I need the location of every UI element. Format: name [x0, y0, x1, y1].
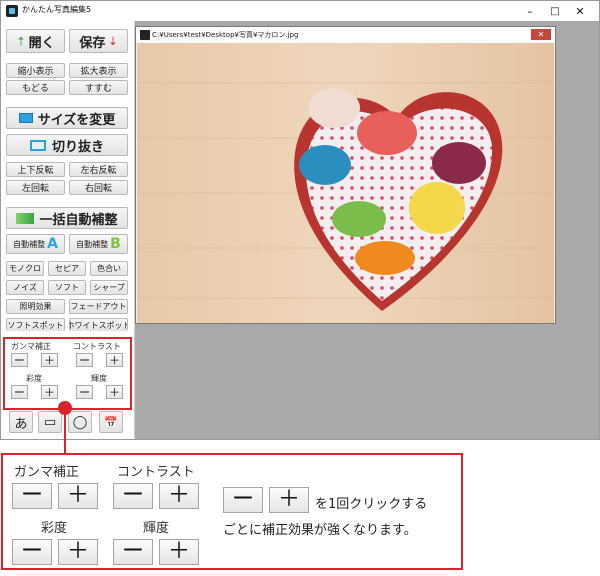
- filter-mono-button[interactable]: モノクロ: [6, 261, 44, 276]
- open-button[interactable]: ⇡ 開く: [6, 29, 65, 53]
- redo-button[interactable]: すすむ: [69, 80, 128, 95]
- frame-icon: ▭: [43, 414, 57, 430]
- callout-saturation-plus-button: ＋: [58, 539, 98, 565]
- image-file-path: C:¥Users¥test¥Desktop¥写真¥マカロン.jpg: [152, 31, 299, 39]
- rotate-left-button[interactable]: 左回転: [6, 180, 65, 195]
- filter-tint-button[interactable]: 色合い: [90, 261, 128, 276]
- speech-balloon-icon: ◯: [72, 414, 88, 430]
- filter-lighting-button[interactable]: 照明効果: [6, 299, 65, 314]
- undo-button[interactable]: もどる: [6, 80, 65, 95]
- callout-text-line2: ごとに補正効果が強くなります。: [223, 523, 417, 538]
- callout-text-line1: を1回クリックする: [315, 497, 428, 512]
- title-bar: かんたん写真編集5 – □ ✕: [1, 1, 599, 21]
- macaron-photo: [137, 43, 554, 323]
- macaron-green: [332, 201, 386, 237]
- filter-whitespot-button[interactable]: ホワイトスポット: [69, 318, 128, 331]
- image-window-title-bar: C:¥Users¥test¥Desktop¥写真¥マカロン.jpg ✕: [136, 27, 555, 43]
- arrow-down-icon: ⇣: [108, 34, 118, 48]
- callout-saturation-minus-button: ー: [12, 539, 52, 565]
- crop-icon: [29, 139, 46, 151]
- flip-horizontal-button[interactable]: 左右反転: [69, 162, 128, 177]
- macaron-beige: [308, 88, 360, 128]
- balloon-tool-button[interactable]: ◯: [68, 411, 92, 433]
- calendar-icon: 📅: [104, 415, 118, 429]
- auto-b-letter: B: [110, 236, 121, 252]
- macaron-purple: [432, 142, 486, 184]
- text-icon: あ: [14, 416, 28, 432]
- close-button[interactable]: ✕: [561, 1, 599, 21]
- auto-a-letter: A: [47, 236, 58, 252]
- save-button[interactable]: 保存 ⇣: [69, 29, 128, 53]
- image-window-close-button[interactable]: ✕: [531, 29, 551, 40]
- callout-brightness-minus-button: ー: [113, 539, 153, 565]
- callout-connector-line: [64, 414, 66, 454]
- callout-saturation-label: 彩度: [41, 521, 68, 536]
- save-label: 保存: [79, 35, 106, 51]
- callout-example-minus-button: ー: [223, 487, 263, 513]
- image-window: C:¥Users¥test¥Desktop¥写真¥マカロン.jpg ✕: [135, 26, 556, 324]
- auto-correct-icon: [16, 212, 35, 224]
- auto-correct-a-button[interactable]: 自動補整 A: [6, 234, 65, 254]
- filter-sharp-button[interactable]: シャープ: [90, 280, 128, 295]
- callout-brightness-plus-button: ＋: [159, 539, 199, 565]
- macaron-red: [357, 111, 417, 155]
- filter-noise-button[interactable]: ノイズ: [6, 280, 44, 295]
- filter-softspot-button[interactable]: ソフトスポット: [6, 318, 65, 331]
- callout-gamma-minus-button: ー: [12, 483, 52, 509]
- window-title: かんたん写真編集5: [22, 5, 92, 14]
- auto-correct-all-button[interactable]: 一括自動補整: [6, 207, 128, 229]
- app-window: かんたん写真編集5 – □ ✕ ⇡ 開く 保存 ⇣ 縮小表示 拡大表示 もどる …: [0, 0, 600, 440]
- frame-tool-button[interactable]: ▭: [38, 411, 62, 433]
- zoom-in-button[interactable]: 拡大表示: [69, 63, 128, 78]
- callout-example-plus-button: ＋: [269, 487, 309, 513]
- callout-contrast-minus-button: ー: [113, 483, 153, 509]
- filter-soft-button[interactable]: ソフト: [48, 280, 86, 295]
- arrow-up-icon: ⇡: [16, 34, 26, 48]
- date-tool-button[interactable]: 📅: [99, 411, 123, 433]
- resize-button[interactable]: サイズを変更: [6, 107, 128, 129]
- filter-sepia-button[interactable]: セピア: [48, 261, 86, 276]
- callout-contrast-label: コントラスト: [117, 465, 195, 480]
- callout-brightness-label: 輝度: [143, 521, 170, 536]
- auto-correct-b-button[interactable]: 自動補整 B: [69, 234, 128, 254]
- callout-gamma-plus-button: ＋: [58, 483, 98, 509]
- adjust-highlight: [3, 337, 132, 410]
- macaron-orange: [355, 241, 415, 275]
- crop-button[interactable]: 切り抜き: [6, 134, 128, 156]
- auto-a-label: 自動補整: [13, 239, 46, 249]
- flip-vertical-button[interactable]: 上下反転: [6, 162, 65, 177]
- open-label: 開く: [28, 35, 55, 51]
- resize-icon: [18, 113, 33, 123]
- auto-b-label: 自動補整: [76, 239, 109, 249]
- image-window-icon: [140, 30, 150, 40]
- auto-correct-all-label: 一括自動補整: [39, 212, 118, 228]
- resize-label: サイズを変更: [37, 112, 116, 128]
- callout-connector-dot: [58, 401, 72, 415]
- macaron-yellow: [409, 182, 465, 234]
- macaron-blue: [299, 145, 351, 185]
- adjust-callout: ガンマ補正 コントラスト ー ＋ ー ＋ 彩度 輝度 ー ＋ ー ＋ ー ＋ を…: [1, 453, 463, 570]
- callout-gamma-label: ガンマ補正: [14, 465, 80, 480]
- crop-label: 切り抜き: [51, 139, 104, 155]
- filter-fadeout-button[interactable]: フェードアウト: [69, 299, 128, 314]
- text-tool-button[interactable]: あ: [9, 411, 33, 433]
- zoom-out-button[interactable]: 縮小表示: [6, 63, 65, 78]
- callout-contrast-plus-button: ＋: [159, 483, 199, 509]
- rotate-right-button[interactable]: 右回転: [69, 180, 128, 195]
- app-icon: [6, 5, 18, 17]
